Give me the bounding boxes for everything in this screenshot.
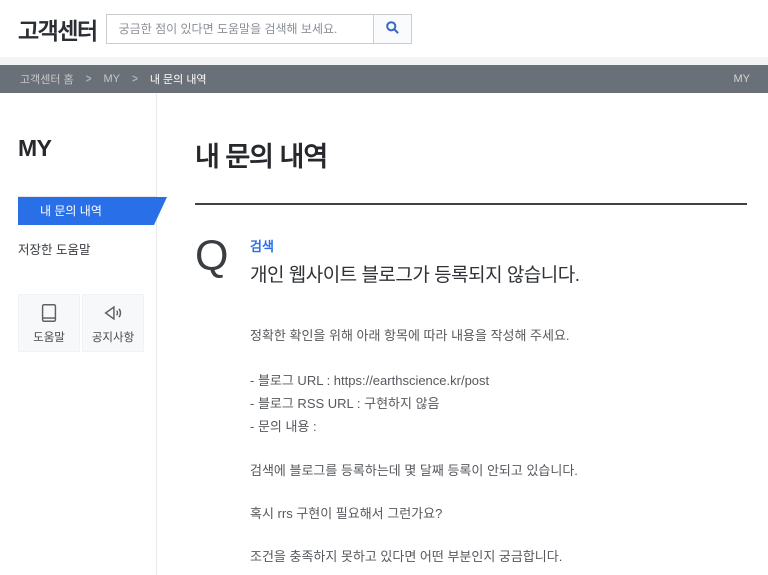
help-shortcut-button[interactable]: 도움말 (18, 294, 80, 352)
sidebar-item-label: 저장한 도움말 (18, 243, 91, 257)
question-body-line: 혹시 rrs 구현이 필요해서 그런가요? (250, 506, 443, 521)
breadcrumb-current: 내 문의 내역 (149, 74, 207, 86)
help-search (105, 13, 412, 44)
shortcut-label: 도움말 (33, 331, 65, 344)
breadcrumb-home[interactable]: 고객센터 홈 (20, 71, 74, 87)
question-body: 정확한 확인을 위해 아래 항목에 따라 내용을 작성해 주세요. - 블로그 … (250, 328, 748, 565)
content: 내 문의 내역 Q 검색 개인 웹사이트 블로그가 등록되지 않습니다. 정확한… (157, 93, 768, 575)
search-icon (385, 20, 400, 38)
notice-shortcut-button[interactable]: 공지사항 (82, 294, 144, 352)
search-button[interactable] (372, 14, 411, 43)
shortcut-label: 공지사항 (91, 331, 135, 344)
sidebar-item-saved-help[interactable]: 저장한 도움말 (18, 239, 157, 258)
breadcrumb-my-link[interactable]: MY (734, 73, 751, 85)
sidebar-nav: 내 문의 내역 저장한 도움말 (18, 196, 157, 258)
question-header-text: 검색 개인 웹사이트 블로그가 등록되지 않습니다. (250, 236, 580, 287)
breadcrumb-my[interactable]: MY (104, 73, 121, 85)
question-header: Q 검색 개인 웹사이트 블로그가 등록되지 않습니다. (195, 232, 748, 287)
question-body-line: - 블로그 RSS URL : 구현하지 않음 (250, 396, 440, 411)
sidebar-shortcuts: 도움말 공지사항 (18, 294, 156, 352)
header-divider-strip (0, 57, 768, 65)
sidebar: MY 내 문의 내역 저장한 도움말 도움말 공지사항 (0, 93, 157, 575)
header: 고객센터 (0, 0, 768, 57)
question-title: 개인 웹사이트 블로그가 등록되지 않습니다. (250, 265, 580, 286)
megaphone-icon (102, 302, 124, 324)
main-area: MY 내 문의 내역 저장한 도움말 도움말 공지사항 내 문의 내역 Q 검색… (0, 93, 768, 575)
sidebar-item-my-inquiries[interactable]: 내 문의 내역 (18, 197, 167, 225)
question-body-line: - 문의 내용 : (250, 419, 317, 434)
sidebar-title: MY (18, 135, 52, 161)
sidebar-item-label: 내 문의 내역 (40, 204, 102, 218)
question-category-link[interactable]: 검색 (250, 236, 580, 255)
chevron-right-icon: > (132, 72, 138, 86)
service-logo[interactable]: 고객센터 (18, 12, 98, 46)
title-divider (195, 203, 747, 205)
question-body-line: 정확한 확인을 위해 아래 항목에 따라 내용을 작성해 주세요. (250, 328, 570, 343)
breadcrumb: 고객센터 홈 > MY > 내 문의 내역 MY (0, 65, 768, 93)
question-body-line: 조건을 충족하지 못하고 있다면 어떤 부분인지 궁금합니다. (250, 549, 563, 564)
question-body-line: 검색에 블로그를 등록하는데 몇 달째 등록이 안되고 있습니다. (250, 463, 578, 478)
search-input[interactable] (106, 14, 373, 43)
question-marker: Q (195, 232, 229, 280)
page-title: 내 문의 내역 (195, 142, 328, 172)
question-body-line: - 블로그 URL : https://earthscience.kr/post (250, 373, 490, 388)
book-icon (38, 302, 60, 324)
chevron-right-icon: > (85, 72, 92, 86)
